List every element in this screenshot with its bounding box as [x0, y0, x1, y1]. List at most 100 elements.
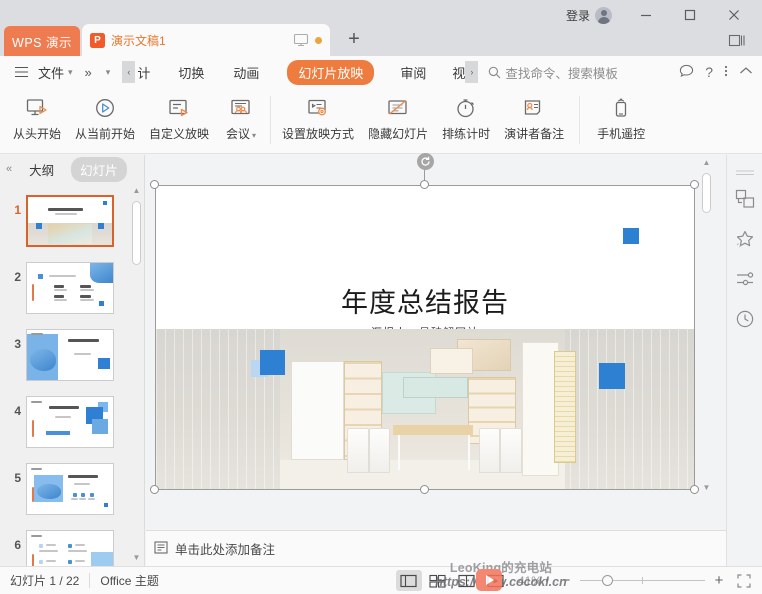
tab-slides[interactable]: 幻灯片 — [71, 156, 127, 182]
login-area[interactable]: 登录 — [566, 2, 612, 28]
search-command-box[interactable]: 查找命令、搜索模板 — [488, 63, 618, 82]
ribbon-button-hide-slide[interactable]: 隐藏幻灯片 — [361, 88, 435, 148]
scroll-up-icon[interactable]: ▲ — [700, 155, 713, 169]
ribbon-label: 演讲者备注 — [504, 127, 565, 141]
thumbnail-preview[interactable] — [26, 396, 114, 448]
thumbnail-item-3[interactable]: 3 — [0, 321, 144, 386]
tabs-scroll-right-button[interactable]: › — [465, 61, 479, 83]
tab-slideshow[interactable]: 幻灯片放映 — [287, 59, 375, 85]
new-tab-button[interactable]: + — [342, 28, 366, 52]
slide-canvas[interactable]: 年度总结报告 汇报人：易破解网站 — [146, 153, 713, 530]
wps-app-badge[interactable]: WPS 演示 — [4, 26, 80, 56]
notes-bar[interactable]: 单击此处添加备注 — [146, 530, 726, 566]
ribbon-label: 从头开始 — [13, 127, 62, 141]
resize-handle-s[interactable] — [420, 485, 429, 494]
document-tab[interactable]: P 演示文稿1 — [82, 24, 330, 56]
scroll-down-icon[interactable]: ▼ — [700, 480, 713, 494]
scrollbar-thumb[interactable] — [132, 201, 141, 265]
quick-access-chevron-icon[interactable]: ▾ — [106, 67, 111, 78]
slide-photo-image[interactable] — [156, 329, 694, 489]
collapse-panel-icon[interactable]: « — [6, 163, 12, 175]
tab-outline[interactable]: 大纲 — [20, 157, 63, 182]
slide-title[interactable]: 年度总结报告 — [156, 281, 694, 320]
adjust-sliders-icon[interactable] — [733, 267, 757, 291]
menu-file[interactable]: 文件 — [38, 63, 64, 82]
ribbon-button-presenter-notes[interactable]: 演讲者备注 — [497, 88, 571, 148]
ribbon-button-phone-remote[interactable]: 手机遥控 — [590, 88, 652, 148]
tab-transition[interactable]: 切换 — [178, 63, 204, 82]
ribbon-button-from-current[interactable]: 从当前开始 — [68, 88, 142, 148]
thumbnail-number: 4 — [14, 404, 21, 418]
thumbnail-item-2[interactable]: 2 — [0, 254, 144, 319]
ribbon-button-custom-show[interactable]: 自定义放映 — [142, 88, 216, 148]
comment-icon[interactable] — [679, 64, 694, 81]
resize-handle-sw[interactable] — [150, 485, 159, 494]
scrollbar-thumb[interactable] — [702, 173, 711, 213]
meeting-icon — [228, 94, 254, 124]
slide-sorter-icon[interactable] — [425, 570, 451, 591]
tab-review[interactable]: 审阅 — [400, 63, 426, 82]
help-icon[interactable]: ? — [705, 64, 713, 80]
shape-transform-icon[interactable] — [733, 187, 757, 211]
zoom-chevron-down-icon[interactable]: ▾ — [545, 576, 549, 585]
thumbnail-preview[interactable] — [26, 329, 114, 381]
rotate-icon[interactable] — [417, 153, 434, 170]
effects-star-icon[interactable] — [733, 227, 757, 251]
resize-handle-se[interactable] — [690, 485, 699, 494]
tab-view[interactable]: 视 — [452, 63, 465, 82]
zoom-slider[interactable] — [580, 574, 705, 588]
slide-selection-frame[interactable]: 年度总结报告 汇报人：易破解网站 — [150, 153, 699, 494]
slides-panel-scrollbar[interactable]: ▲ ▼ — [130, 183, 143, 566]
ribbon-button-meeting[interactable]: 会议 ▾ — [216, 88, 266, 148]
maximize-button[interactable] — [668, 0, 712, 30]
avatar[interactable] — [595, 6, 612, 24]
resize-handle-nw[interactable] — [150, 180, 159, 189]
collapse-ribbon-icon[interactable] — [739, 65, 753, 79]
minimize-button[interactable] — [624, 0, 668, 30]
slideshow-icon[interactable] — [483, 570, 509, 591]
resize-handle-ne[interactable] — [690, 180, 699, 189]
close-button[interactable] — [712, 0, 756, 30]
thumbnail-preview[interactable] — [26, 262, 114, 314]
scroll-up-icon[interactable]: ▲ — [130, 183, 143, 197]
ribbon-button-from-start[interactable]: 从头开始 — [6, 88, 68, 148]
theme-name[interactable]: Office 主题 — [100, 572, 158, 589]
ribbon-button-setup-show[interactable]: 设置放映方式 — [275, 88, 361, 148]
thumbnail-number: 3 — [14, 337, 21, 351]
fit-to-window-icon[interactable] — [734, 572, 754, 590]
more-options-icon[interactable] — [724, 64, 728, 81]
zoom-slider-knob[interactable] — [602, 574, 613, 586]
thumbnail-item-6[interactable]: 6 — [0, 522, 144, 566]
tab-animation[interactable]: 动画 — [233, 63, 259, 82]
thumbnail-item-1[interactable]: 1 — [0, 187, 144, 252]
thumbnail-preview[interactable] — [26, 463, 114, 515]
zoom-out-button[interactable]: − — [557, 572, 575, 589]
file-chevron-down-icon[interactable]: ▾ — [68, 67, 73, 78]
slide-thumbnail-list[interactable]: 1 2 3 4 5 6 — [0, 183, 144, 566]
zoom-in-button[interactable]: + — [710, 572, 728, 589]
canvas-vertical-scrollbar[interactable]: ▲ ▼ — [700, 155, 713, 494]
split-view-icon[interactable] — [726, 30, 748, 50]
thumbnail-item-5[interactable]: 5 — [0, 455, 144, 520]
right-sidebar — [726, 155, 762, 566]
thumbnail-preview[interactable] — [26, 530, 114, 566]
resize-handle-n[interactable] — [420, 180, 429, 189]
zoom-level[interactable]: 41% — [518, 574, 542, 588]
normal-view-icon[interactable] — [395, 570, 422, 591]
setup-show-icon — [305, 94, 331, 124]
menu-overflow-icon[interactable]: » — [85, 65, 92, 80]
thumbnail-item-4[interactable]: 4 — [0, 388, 144, 453]
history-clock-icon[interactable] — [733, 307, 757, 331]
scroll-down-icon[interactable]: ▼ — [130, 550, 143, 564]
ribbon-button-rehearse-timing[interactable]: 排练计时 — [435, 88, 497, 148]
decor-square-top-right — [623, 228, 639, 244]
reading-view-icon[interactable] — [454, 570, 480, 591]
present-screen-icon[interactable] — [293, 33, 309, 47]
tab-truncated-left[interactable]: 计 — [137, 63, 150, 82]
chevron-down-icon[interactable]: ▾ — [252, 131, 256, 140]
tabs-scroll-left-button[interactable]: ‹ — [122, 61, 136, 83]
slide-content[interactable]: 年度总结报告 汇报人：易破解网站 — [155, 185, 695, 490]
thumbnail-preview[interactable] — [26, 195, 114, 247]
ribbon-group-remote: 手机遥控 — [584, 88, 652, 154]
hamburger-menu-icon[interactable] — [8, 66, 34, 78]
